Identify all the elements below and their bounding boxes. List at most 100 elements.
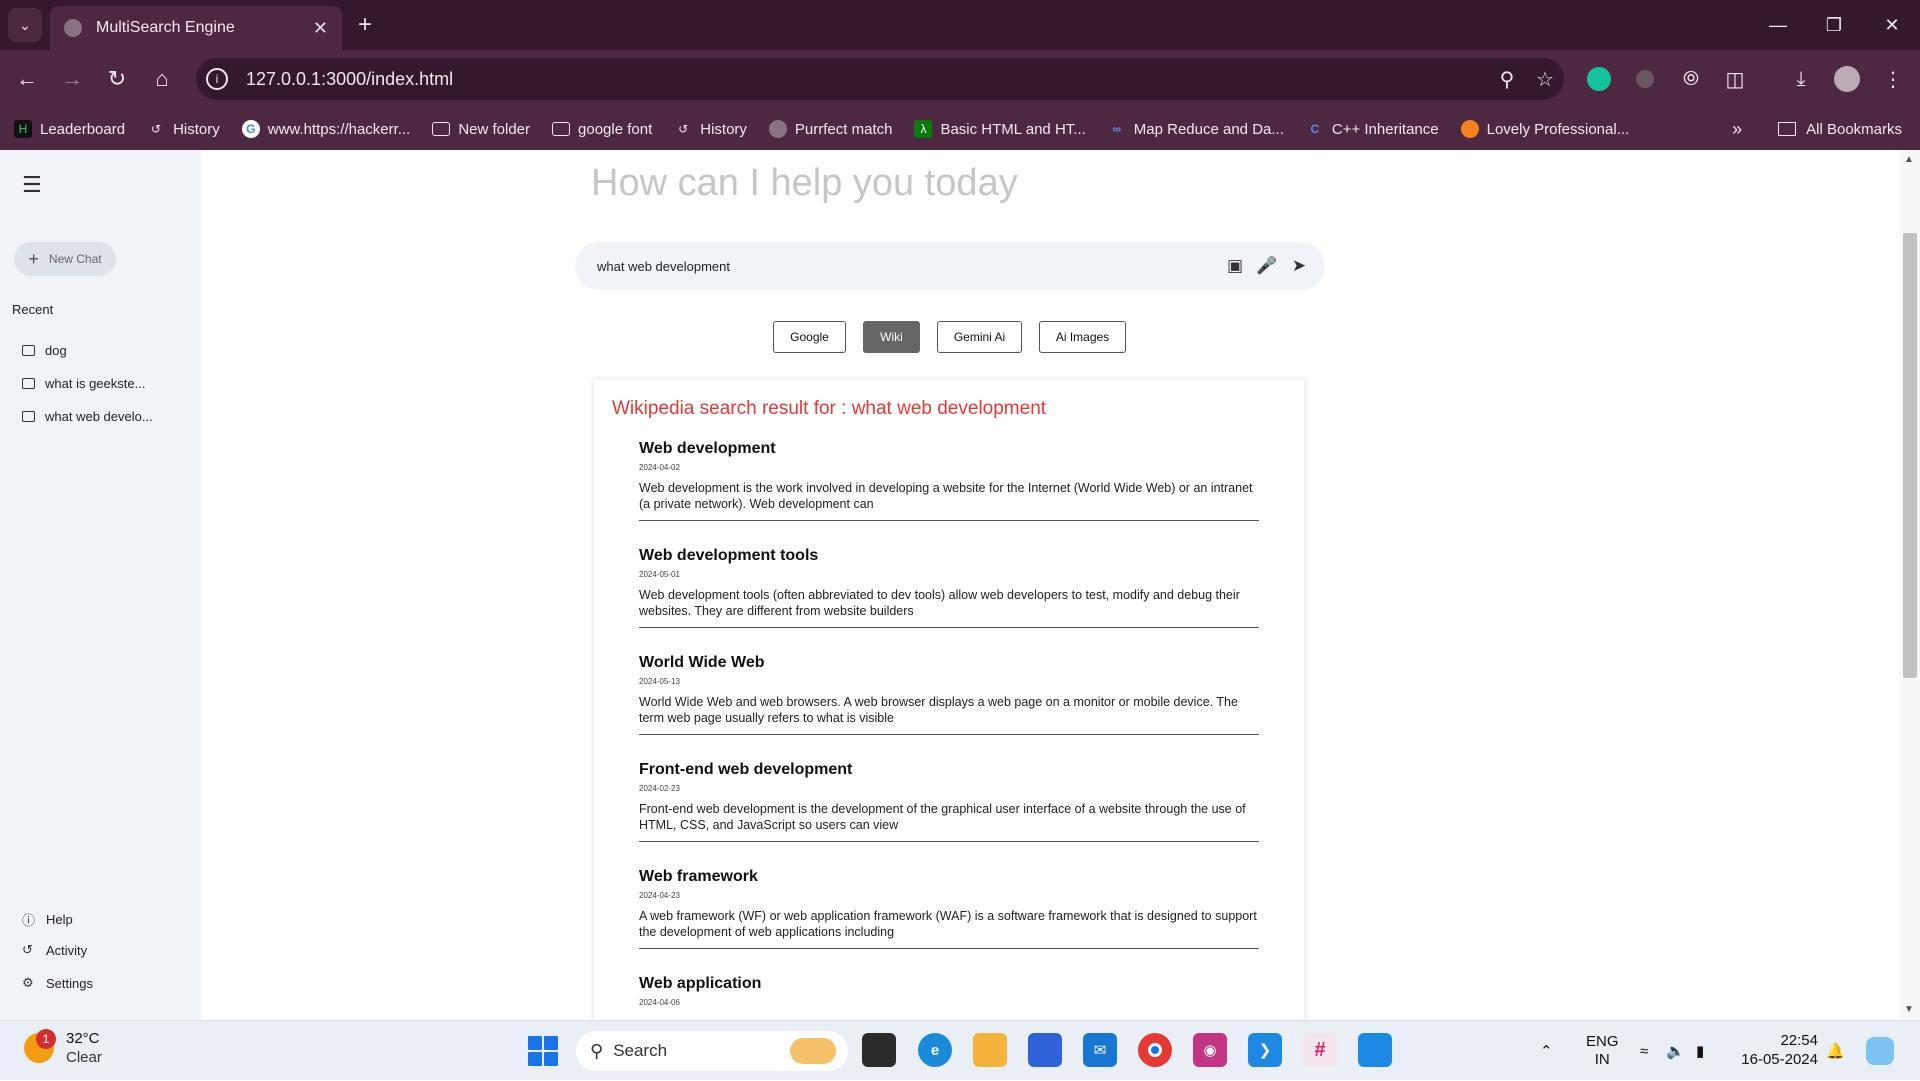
file-explorer-icon[interactable] xyxy=(973,1033,1007,1067)
browser-tab[interactable]: MultiSearch Engine ✕ xyxy=(50,6,342,50)
windows-start-icon[interactable] xyxy=(528,1036,558,1066)
engine-wiki-button[interactable]: Wiki xyxy=(863,321,920,353)
bookmark-item[interactable]: ↺ History xyxy=(147,120,220,138)
search-icon: ⚲ xyxy=(590,1040,604,1061)
bookmark-item[interactable]: New folder xyxy=(432,121,530,138)
recent-entry[interactable]: what web develo... xyxy=(22,409,153,424)
all-bookmarks-button[interactable]: All Bookmarks xyxy=(1806,121,1902,138)
site-info-icon[interactable]: i xyxy=(206,68,228,90)
settings-button[interactable]: ⚙ Settings xyxy=(22,975,93,991)
taskbar-search[interactable]: ⚲ Search xyxy=(576,1031,848,1071)
home-icon[interactable]: ⌂ xyxy=(145,62,179,96)
result-title[interactable]: Web framework xyxy=(639,868,1259,886)
language-indicator[interactable]: ENG IN xyxy=(1586,1021,1619,1081)
chrome-icon[interactable] xyxy=(1138,1033,1172,1067)
scrollbar-thumb[interactable] xyxy=(1903,233,1917,678)
recent-entry[interactable]: dog xyxy=(22,343,67,358)
windows-taskbar: 1 32°C Clear ⚲ Search e ✉ ◉ ❯ # ⌃ ENG IN… xyxy=(0,1020,1920,1080)
recent-entry[interactable]: what is geekste... xyxy=(22,376,145,391)
activity-label: Activity xyxy=(46,942,88,958)
microphone-icon[interactable]: 🎤 xyxy=(1251,256,1283,276)
extensions-puzzle-icon[interactable]: ◫ xyxy=(1720,64,1750,94)
wifi-icon[interactable]: ≈ xyxy=(1640,1021,1648,1081)
address-bar[interactable]: i 127.0.0.1:3000/index.html ⚲ ☆ xyxy=(196,58,1564,100)
tray-chevron-icon[interactable]: ⌃ xyxy=(1540,1021,1553,1081)
result-title[interactable]: Web development tools xyxy=(639,547,1259,565)
extension-dot-icon[interactable] xyxy=(1630,64,1660,94)
bookmark-star-icon[interactable]: ☆ xyxy=(1526,67,1564,92)
result-snippet: World Wide Web and web browsers. A web b… xyxy=(639,695,1238,725)
engine-gemini-button[interactable]: Gemini Ai xyxy=(937,321,1022,353)
bookmark-item[interactable]: ↺ History xyxy=(674,120,747,138)
bookmark-item[interactable]: C C++ Inheritance xyxy=(1306,120,1439,138)
copilot-icon[interactable] xyxy=(1866,1021,1894,1081)
compass-extension-icon[interactable]: ⦾ xyxy=(1676,64,1706,94)
mail-icon[interactable]: ✉ xyxy=(1083,1033,1117,1067)
zoom-magnifier-icon[interactable]: ⚲ xyxy=(1488,67,1526,92)
send-icon[interactable]: ➤ xyxy=(1283,256,1315,276)
hamburger-menu-icon[interactable]: ☰ xyxy=(22,172,42,198)
engine-google-button[interactable]: Google xyxy=(773,321,846,353)
paint-icon[interactable] xyxy=(1358,1033,1392,1067)
bookmark-item[interactable]: λ Basic HTML and HT... xyxy=(914,120,1086,138)
folder-icon xyxy=(1778,122,1797,136)
minimize-icon[interactable]: — xyxy=(1758,8,1798,42)
new-chat-button[interactable]: + New Chat xyxy=(14,242,116,276)
bookmark-item[interactable]: google font xyxy=(552,121,652,138)
grammarly-icon[interactable] xyxy=(1584,64,1614,94)
instagram-icon[interactable]: ◉ xyxy=(1193,1033,1227,1067)
scroll-up-arrow-icon[interactable]: ▲ xyxy=(1904,154,1914,165)
slack-icon[interactable]: # xyxy=(1303,1033,1337,1067)
history-icon: ↺ xyxy=(22,942,33,957)
result-title[interactable]: Front-end web development xyxy=(639,761,1259,779)
result-item: Web development 2024-04-02 Web developme… xyxy=(639,440,1259,521)
new-tab-plus-icon[interactable]: + xyxy=(350,10,380,40)
download-icon[interactable]: ⤓ xyxy=(1786,64,1816,94)
clock[interactable]: 22:54 16-05-2024 xyxy=(1734,1031,1818,1069)
browser-menu-icon[interactable]: ⋮ xyxy=(1878,64,1908,94)
edge-icon[interactable]: e xyxy=(918,1033,952,1067)
vscode-icon[interactable]: ❯ xyxy=(1248,1033,1282,1067)
forward-arrow-icon[interactable]: → xyxy=(55,62,89,96)
result-item: Web framework 2024-04-23 A web framework… xyxy=(639,868,1259,949)
clock-date: 16-05-2024 xyxy=(1741,1051,1818,1068)
more-bookmarks-chevron-icon[interactable]: » xyxy=(1732,119,1742,140)
question-circle-icon: ⓘ xyxy=(22,913,36,928)
google-icon: G xyxy=(241,120,260,138)
engine-ai-images-button[interactable]: Ai Images xyxy=(1039,321,1126,353)
back-arrow-icon[interactable]: ← xyxy=(10,62,44,96)
bookmarks-right: » All Bookmarks xyxy=(1732,108,1902,150)
image-upload-icon[interactable]: ▣ xyxy=(1219,256,1251,276)
bookmark-item[interactable]: ∞ Map Reduce and Da... xyxy=(1108,120,1284,138)
url-text[interactable]: 127.0.0.1:3000/index.html xyxy=(246,69,1488,90)
result-title[interactable]: Web application xyxy=(639,975,1259,993)
search-input-value[interactable]: what web development xyxy=(597,259,1219,274)
notification-bell-icon[interactable]: 🔔 xyxy=(1826,1021,1845,1081)
tab-close-icon[interactable]: ✕ xyxy=(313,18,328,39)
results-panel: Wikipedia search result for : what web d… xyxy=(594,380,1304,1020)
bookmark-item[interactable]: Purrfect match xyxy=(768,120,892,138)
taskbar-search-label: Search xyxy=(613,1041,668,1060)
tab-search-chevron-icon[interactable]: ⌄ xyxy=(8,8,42,42)
weather-widget[interactable]: 1 32°C Clear xyxy=(24,1029,102,1067)
activity-button[interactable]: ↺ Activity xyxy=(22,942,87,958)
bookmark-item[interactable]: Gwww.https://hackerr... xyxy=(241,120,410,138)
result-title[interactable]: Web development xyxy=(639,440,1259,458)
close-window-icon[interactable]: ✕ xyxy=(1872,8,1912,42)
battery-icon[interactable]: ▮ xyxy=(1696,1021,1704,1081)
bookmark-item[interactable]: H Leaderboard xyxy=(14,120,125,138)
scroll-down-arrow-icon[interactable]: ▼ xyxy=(1904,1004,1914,1015)
task-view-icon[interactable] xyxy=(862,1033,896,1067)
bookmark-item[interactable]: Lovely Professional... xyxy=(1460,120,1629,138)
microsoft-store-icon[interactable] xyxy=(1028,1033,1062,1067)
result-date: 2024-05-01 xyxy=(639,570,680,579)
restore-icon[interactable]: ❐ xyxy=(1814,8,1854,42)
reload-icon[interactable]: ↻ xyxy=(100,62,134,96)
help-button[interactable]: ⓘ Help xyxy=(22,910,73,929)
cpp-icon: C xyxy=(1310,122,1320,136)
volume-icon[interactable]: 🔈 xyxy=(1666,1021,1685,1081)
profile-avatar[interactable] xyxy=(1832,64,1862,94)
weather-temperature: 32°C xyxy=(66,1030,100,1047)
search-input[interactable]: what web development ▣ 🎤 ➤ xyxy=(575,242,1325,290)
result-title[interactable]: World Wide Web xyxy=(639,654,1259,672)
